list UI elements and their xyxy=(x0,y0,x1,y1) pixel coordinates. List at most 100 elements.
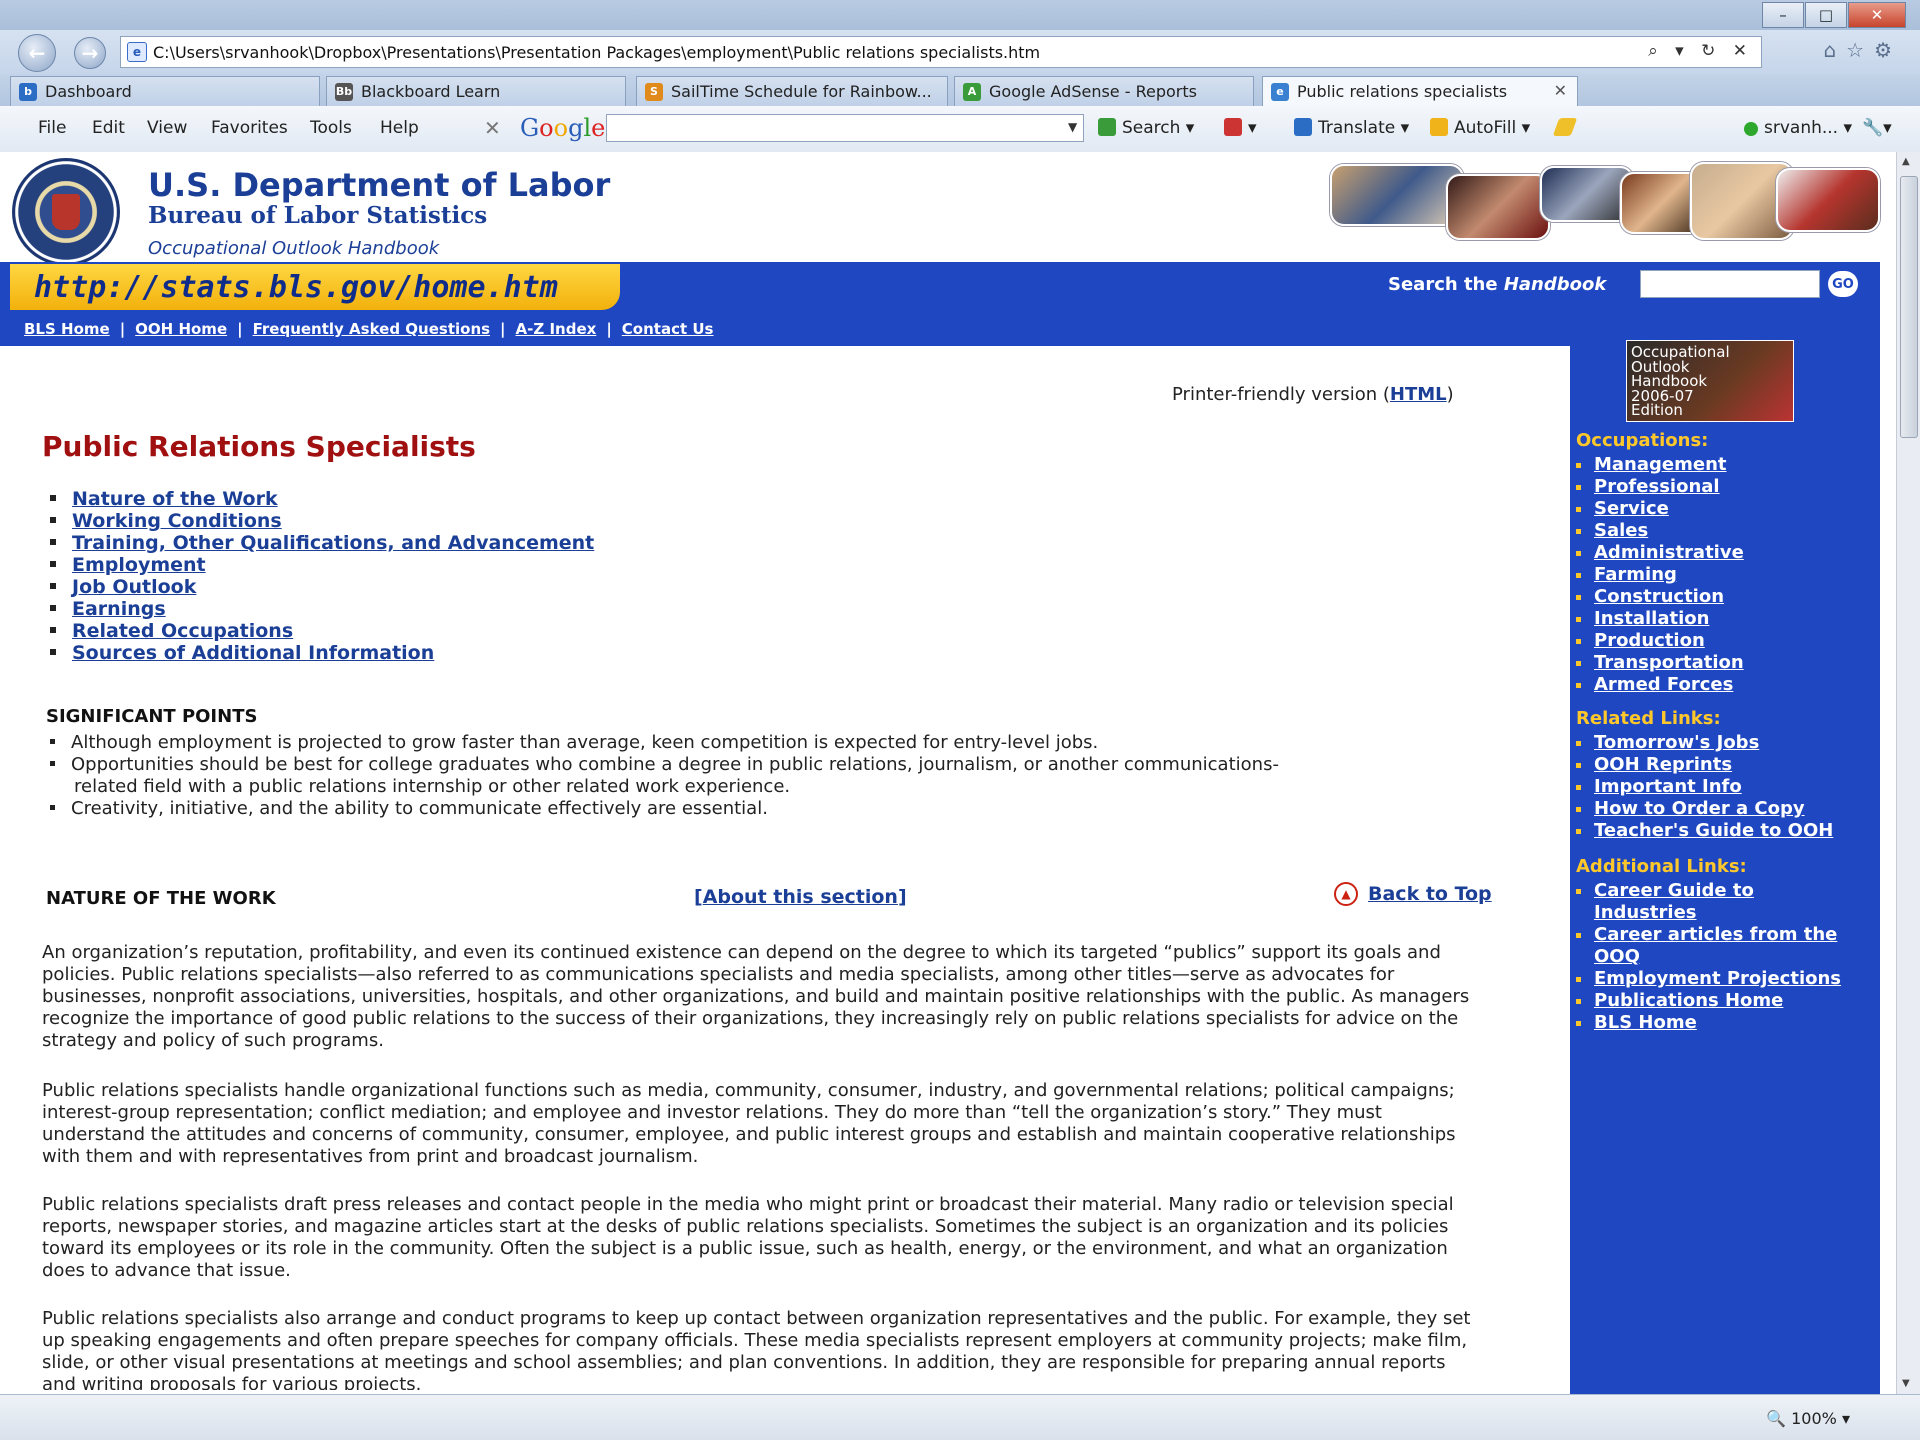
sidebar-link[interactable]: Construction xyxy=(1594,586,1724,607)
status-bar: 🔍 100% ▾ xyxy=(0,1394,1920,1440)
close-window-button[interactable]: ✕ xyxy=(1848,2,1906,28)
nav-link-ooh-home[interactable]: OOH Home xyxy=(135,320,227,338)
printer-html-link[interactable]: HTML xyxy=(1390,384,1447,405)
sidebar-bullet xyxy=(1576,485,1581,490)
sidebar-link[interactable]: Installation xyxy=(1594,608,1709,629)
chevron-down-icon[interactable]: ▼ xyxy=(1068,120,1077,134)
nav-link-bls-home[interactable]: BLS Home xyxy=(24,320,110,338)
go-button[interactable]: GO xyxy=(1828,271,1858,297)
sidebar-link[interactable]: OOQ xyxy=(1594,946,1640,967)
sidebar-link[interactable]: Industries xyxy=(1594,902,1697,923)
bullet xyxy=(50,539,56,545)
sidebar-link[interactable]: Professional xyxy=(1594,476,1720,497)
address-row: ← → e C:\Users\srvanhook\Dropbox\Present… xyxy=(0,30,1920,74)
sidebar-link[interactable]: Career articles from the xyxy=(1594,924,1837,945)
sidebar-bullet xyxy=(1576,507,1581,512)
back-button[interactable]: ← xyxy=(18,34,56,72)
toc-link[interactable]: Working Conditions xyxy=(72,510,282,532)
zoom-level[interactable]: 🔍 100% ▾ xyxy=(1766,1409,1850,1428)
significant-points-heading: SIGNIFICANT POINTS xyxy=(46,706,258,727)
vertical-scrollbar[interactable]: ▲ ▼ xyxy=(1896,152,1920,1394)
toc-link[interactable]: Training, Other Qualifications, and Adva… xyxy=(72,532,594,554)
sidebar-link[interactable]: BLS Home xyxy=(1594,1012,1697,1033)
toolbar-search-button[interactable]: Search ▾ xyxy=(1098,118,1194,138)
google-logo: Google xyxy=(520,114,606,142)
sidebar-link[interactable]: Farming xyxy=(1594,564,1677,585)
scroll-thumb[interactable] xyxy=(1900,176,1918,438)
toc-link[interactable]: Related Occupations xyxy=(72,620,293,642)
google-search-input[interactable] xyxy=(606,114,1084,142)
menu-edit[interactable]: Edit xyxy=(92,118,125,138)
bureau-title: Bureau of Labor Statistics xyxy=(148,202,488,229)
about-this-section-link[interactable]: [About this section] xyxy=(694,886,907,908)
menu-view[interactable]: View xyxy=(147,118,187,138)
tab-3[interactable]: A Google AdSense - Reports xyxy=(954,76,1254,106)
wrench-icon[interactable]: 🔧▾ xyxy=(1862,118,1892,138)
menu-favorites[interactable]: Favorites xyxy=(211,118,288,138)
sidebar-bullet xyxy=(1576,807,1581,812)
nav-link-a-z-index[interactable]: A-Z Index xyxy=(516,320,597,338)
highlighter-shape xyxy=(1552,118,1578,136)
tab-4[interactable]: e Public relations specialists ✕ xyxy=(1262,76,1578,106)
close-toolbar-icon[interactable]: ✕ xyxy=(484,116,501,140)
tab-favicon: e xyxy=(1271,82,1289,101)
scroll-up-icon[interactable]: ▲ xyxy=(1902,156,1910,167)
scroll-down-icon[interactable]: ▼ xyxy=(1902,1378,1910,1389)
forward-button[interactable]: → xyxy=(74,37,106,69)
sidebar-link[interactable]: Sales xyxy=(1594,520,1648,541)
home-favorites-settings-icons[interactable]: ⌂☆⚙ xyxy=(1823,38,1902,62)
minimize-button[interactable]: – xyxy=(1762,2,1804,28)
sidebar-bullet xyxy=(1576,741,1581,746)
maximize-button[interactable]: □ xyxy=(1805,2,1847,28)
sidebar-link[interactable]: Production xyxy=(1594,630,1705,651)
sidebar-link[interactable]: Administrative xyxy=(1594,542,1744,563)
handbook-cover-image[interactable]: Occupational Outlook Handbook 2006-07 Editio… xyxy=(1626,340,1794,422)
translate-button[interactable]: Translate ▾ xyxy=(1294,118,1409,138)
tab-2[interactable]: S SailTime Schedule for Rainbow... xyxy=(636,76,948,106)
sidebar-link[interactable]: Employment Projections xyxy=(1594,968,1841,989)
sidebar-link[interactable]: OOH Reprints xyxy=(1594,754,1732,775)
address-text: C:\Users\srvanhook\Dropbox\Presentations… xyxy=(153,42,1041,62)
menu-toolbar-row: File Edit View Favorites Tools Help ✕ Go… xyxy=(0,106,1920,153)
back-to-top-link[interactable]: ▲ Back to Top xyxy=(1334,882,1492,906)
up-arrow-icon: ▲ xyxy=(1334,882,1358,906)
toc-link[interactable]: Sources of Additional Information xyxy=(72,642,434,664)
sidebar-link[interactable]: Management xyxy=(1594,454,1727,475)
significant-point-continued: related field with a public relations in… xyxy=(74,776,791,797)
sidebar-link[interactable]: Tomorrow's Jobs xyxy=(1594,732,1759,753)
tab-favicon: b xyxy=(19,82,37,101)
menu-help[interactable]: Help xyxy=(380,118,419,138)
toc-item: Sources of Additional Information xyxy=(50,642,434,664)
highlighter-icon[interactable] xyxy=(1552,118,1580,138)
close-tab-icon[interactable]: ✕ xyxy=(1554,81,1567,100)
tab-1[interactable]: Bb Blackboard Learn xyxy=(326,76,626,106)
toc-link[interactable]: Employment xyxy=(72,554,206,576)
tab-0[interactable]: b Dashboard xyxy=(10,76,320,106)
sidebar-link[interactable]: Career Guide to xyxy=(1594,880,1754,901)
sidebar-link[interactable]: Transportation xyxy=(1594,652,1744,673)
sidebar-bullet xyxy=(1576,529,1581,534)
sidebar-link[interactable]: Armed Forces xyxy=(1594,674,1733,695)
sidebar-link[interactable]: Publications Home xyxy=(1594,990,1783,1011)
toc-item: Employment xyxy=(50,554,206,576)
autofill-button[interactable]: AutoFill ▾ xyxy=(1430,118,1530,138)
sidebar-link[interactable]: How to Order a Copy xyxy=(1594,798,1805,819)
user-account-button[interactable]: srvanh... ▾ xyxy=(1744,118,1852,138)
menu-file[interactable]: File xyxy=(38,118,66,138)
handbook-search-input[interactable] xyxy=(1640,270,1820,298)
nav-link-contact-us[interactable]: Contact Us xyxy=(622,320,714,338)
address-bar[interactable]: e C:\Users\srvanhook\Dropbox\Presentatio… xyxy=(120,36,1762,68)
page-icon: e xyxy=(127,42,147,62)
toc-link[interactable]: Nature of the Work xyxy=(72,488,278,510)
translate-icon xyxy=(1294,118,1312,136)
address-search-refresh-stop-icons[interactable]: ⌕ ▾ ↻ ✕ xyxy=(1648,41,1753,61)
sidebar-link[interactable]: Teacher's Guide to OOH xyxy=(1594,820,1833,841)
menu-tools[interactable]: Tools xyxy=(310,118,352,138)
nav-link-frequently-asked-questions[interactable]: Frequently Asked Questions xyxy=(253,320,490,338)
sidebar-link[interactable]: Service xyxy=(1594,498,1669,519)
toc-link[interactable]: Job Outlook xyxy=(72,576,196,598)
toc-link[interactable]: Earnings xyxy=(72,598,166,620)
bls-header: U.S. Department of Labor Bureau of Labor… xyxy=(0,152,1896,266)
sidebar-link[interactable]: Important Info xyxy=(1594,776,1742,797)
popup-blocker-button[interactable]: ▾ xyxy=(1224,118,1257,138)
